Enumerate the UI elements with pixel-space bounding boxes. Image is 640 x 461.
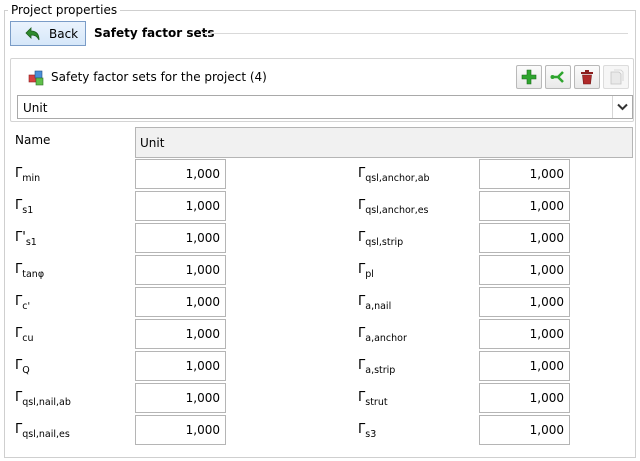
name-value: Unit [140,136,165,150]
back-button-label: Back [49,26,79,41]
back-arrow-icon [25,26,40,40]
safety-factor-set-select[interactable]: Unit [17,95,633,119]
parameter-label: Γa,strip [358,358,396,376]
branch-copy-icon [550,71,564,83]
document-icon [610,69,624,85]
parameter-value-field[interactable]: 1,000 [479,191,570,221]
parameter-value-field[interactable]: 1,000 [479,223,570,253]
trash-icon [581,70,593,85]
cubes-icon [28,70,44,86]
header-row: Back Safety factor sets [10,21,632,47]
parameter-value-field[interactable]: 1,000 [135,223,226,253]
parameter-value-field[interactable]: 1,000 [479,383,570,413]
import-set-button[interactable] [603,65,629,89]
parameter-label: Γstrut [358,390,388,408]
parameter-label: Γc' [15,294,31,312]
parameter-label: Γa,nail [358,294,392,312]
parameter-value-field[interactable]: 1,000 [135,351,226,381]
parameter-value-field[interactable]: 1,000 [135,255,226,285]
parameter-value-field[interactable]: 1,000 [479,159,570,189]
section-divider [202,33,628,34]
parameter-label: Γcu [15,326,34,344]
back-button[interactable]: Back [10,21,86,46]
parameter-label: Γqsl,nail,ab [15,390,71,408]
parameter-label: Γtanφ [15,262,45,280]
parameter-label: Γmin [15,166,41,184]
parameter-label: Γs1 [15,198,34,216]
section-title: Safety factor sets [94,26,215,40]
parameter-value-field[interactable]: 1,000 [135,319,226,349]
parameter-label: Γqsl,strip [358,230,404,248]
parameter-value-field[interactable]: 1,000 [479,415,570,445]
parameter-value-field[interactable]: 1,000 [135,191,226,221]
parameter-label: Γ's1 [15,230,37,248]
parameter-label: Γqsl,nail,es [15,422,70,440]
selected-set: Unit [23,101,48,115]
parameter-label: Γa,anchor [358,326,407,344]
parameter-value-field[interactable]: 1,000 [135,415,226,445]
name-field[interactable]: Unit [135,127,633,158]
parameter-value-field[interactable]: 1,000 [479,287,570,317]
chevron-down-icon[interactable] [612,96,632,118]
parameter-value-field[interactable]: 1,000 [135,159,226,189]
copy-set-button[interactable] [545,65,571,89]
delete-set-button[interactable] [574,65,600,89]
parameter-label: Γs3 [358,422,377,440]
group-caption: Project properties [8,3,121,17]
parameter-label: Γpl [358,262,374,280]
parameter-label: Γqsl,anchor,ab [358,166,430,184]
sets-toolbar [516,65,629,89]
safety-factor-sets-panel: Safety factor sets for the project (4) U… [10,58,634,122]
sets-label: Safety factor sets for the project (4) [51,70,267,84]
parameter-value-field[interactable]: 1,000 [479,255,570,285]
add-set-button[interactable] [516,65,542,89]
parameter-value-field[interactable]: 1,000 [135,383,226,413]
parameter-value-field[interactable]: 1,000 [479,319,570,349]
parameter-value-field[interactable]: 1,000 [479,351,570,381]
parameter-label: Γqsl,anchor,es [358,198,429,216]
name-label: Name [15,133,51,147]
plus-icon [521,69,537,85]
parameter-label: ΓQ [15,358,30,376]
parameter-value-field[interactable]: 1,000 [135,287,226,317]
